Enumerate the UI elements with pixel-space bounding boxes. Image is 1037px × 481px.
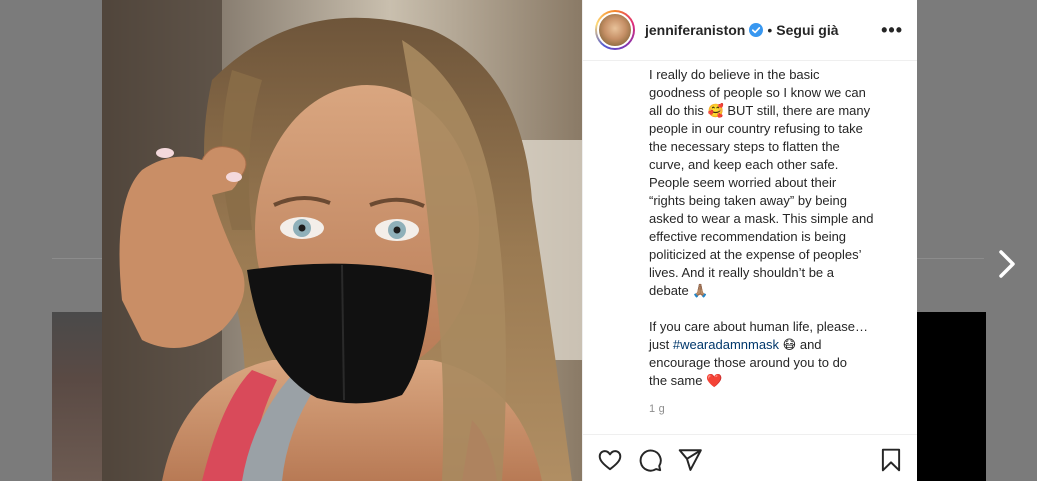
username-link[interactable]: jenniferaniston <box>645 22 745 38</box>
more-options-button[interactable]: ••• <box>881 20 903 41</box>
heart-icon[interactable] <box>597 447 623 473</box>
background-post-thumbnail-right[interactable] <box>916 312 986 481</box>
caption-line: goodness of people so I know we can <box>649 85 866 100</box>
post-caption: I really do believe in the basic goodnes… <box>649 66 894 390</box>
caption-line: debate 🙏🏽 <box>649 283 709 298</box>
chevron-right-icon[interactable] <box>994 247 1020 281</box>
caption-area: I really do believe in the basic goodnes… <box>583 62 917 434</box>
following-button[interactable]: Segui già <box>776 22 838 38</box>
caption-line: People seem worried about their <box>649 175 837 190</box>
bookmark-icon[interactable] <box>878 447 904 473</box>
hashtag-link[interactable]: #wearadamnmask <box>673 337 779 352</box>
follow-separator: • <box>767 22 773 38</box>
caption-line: encourage those around you to do <box>649 355 848 370</box>
caption-line: “rights being taken away” by being <box>649 193 848 208</box>
caption-line: effective recommendation is being <box>649 229 847 244</box>
caption-line: I really do believe in the basic <box>649 67 820 82</box>
post-actions <box>583 434 917 481</box>
caption-text: 😷 and <box>779 337 822 352</box>
caption-line-hashtag: just #wearadamnmask 😷 and <box>649 336 894 354</box>
caption-line: asked to wear a mask. This simple and <box>649 211 874 226</box>
verified-badge-icon <box>749 23 764 37</box>
avatar[interactable] <box>595 10 635 50</box>
post-modal: jenniferaniston • Segui già ••• I really… <box>102 0 917 481</box>
caption-line: people in our country refusing to take <box>649 121 863 136</box>
avatar-image <box>597 12 633 48</box>
post-side-panel: jenniferaniston • Segui già ••• I really… <box>582 0 917 481</box>
caption-line: If you care about human life, please… <box>649 319 868 334</box>
caption-line: the necessary steps to flatten the <box>649 139 840 154</box>
post-photo <box>102 0 582 481</box>
caption-text: just <box>649 337 673 352</box>
paper-plane-icon[interactable] <box>677 447 703 473</box>
caption-line: curve, and keep each other safe. <box>649 157 839 172</box>
caption-line: all do this 🥰 BUT still, there are many <box>649 103 871 118</box>
post-header: jenniferaniston • Segui già ••• <box>583 0 917 61</box>
caption-line: the same ❤️ <box>649 373 723 388</box>
caption-line: lives. And it really shouldn’t be a <box>649 265 834 280</box>
caption-line: politicized at the expense of peoples’ <box>649 247 862 262</box>
post-timestamp[interactable]: 1 g <box>649 403 665 415</box>
post-photo-illustration <box>102 0 582 481</box>
comment-icon[interactable] <box>637 447 663 473</box>
